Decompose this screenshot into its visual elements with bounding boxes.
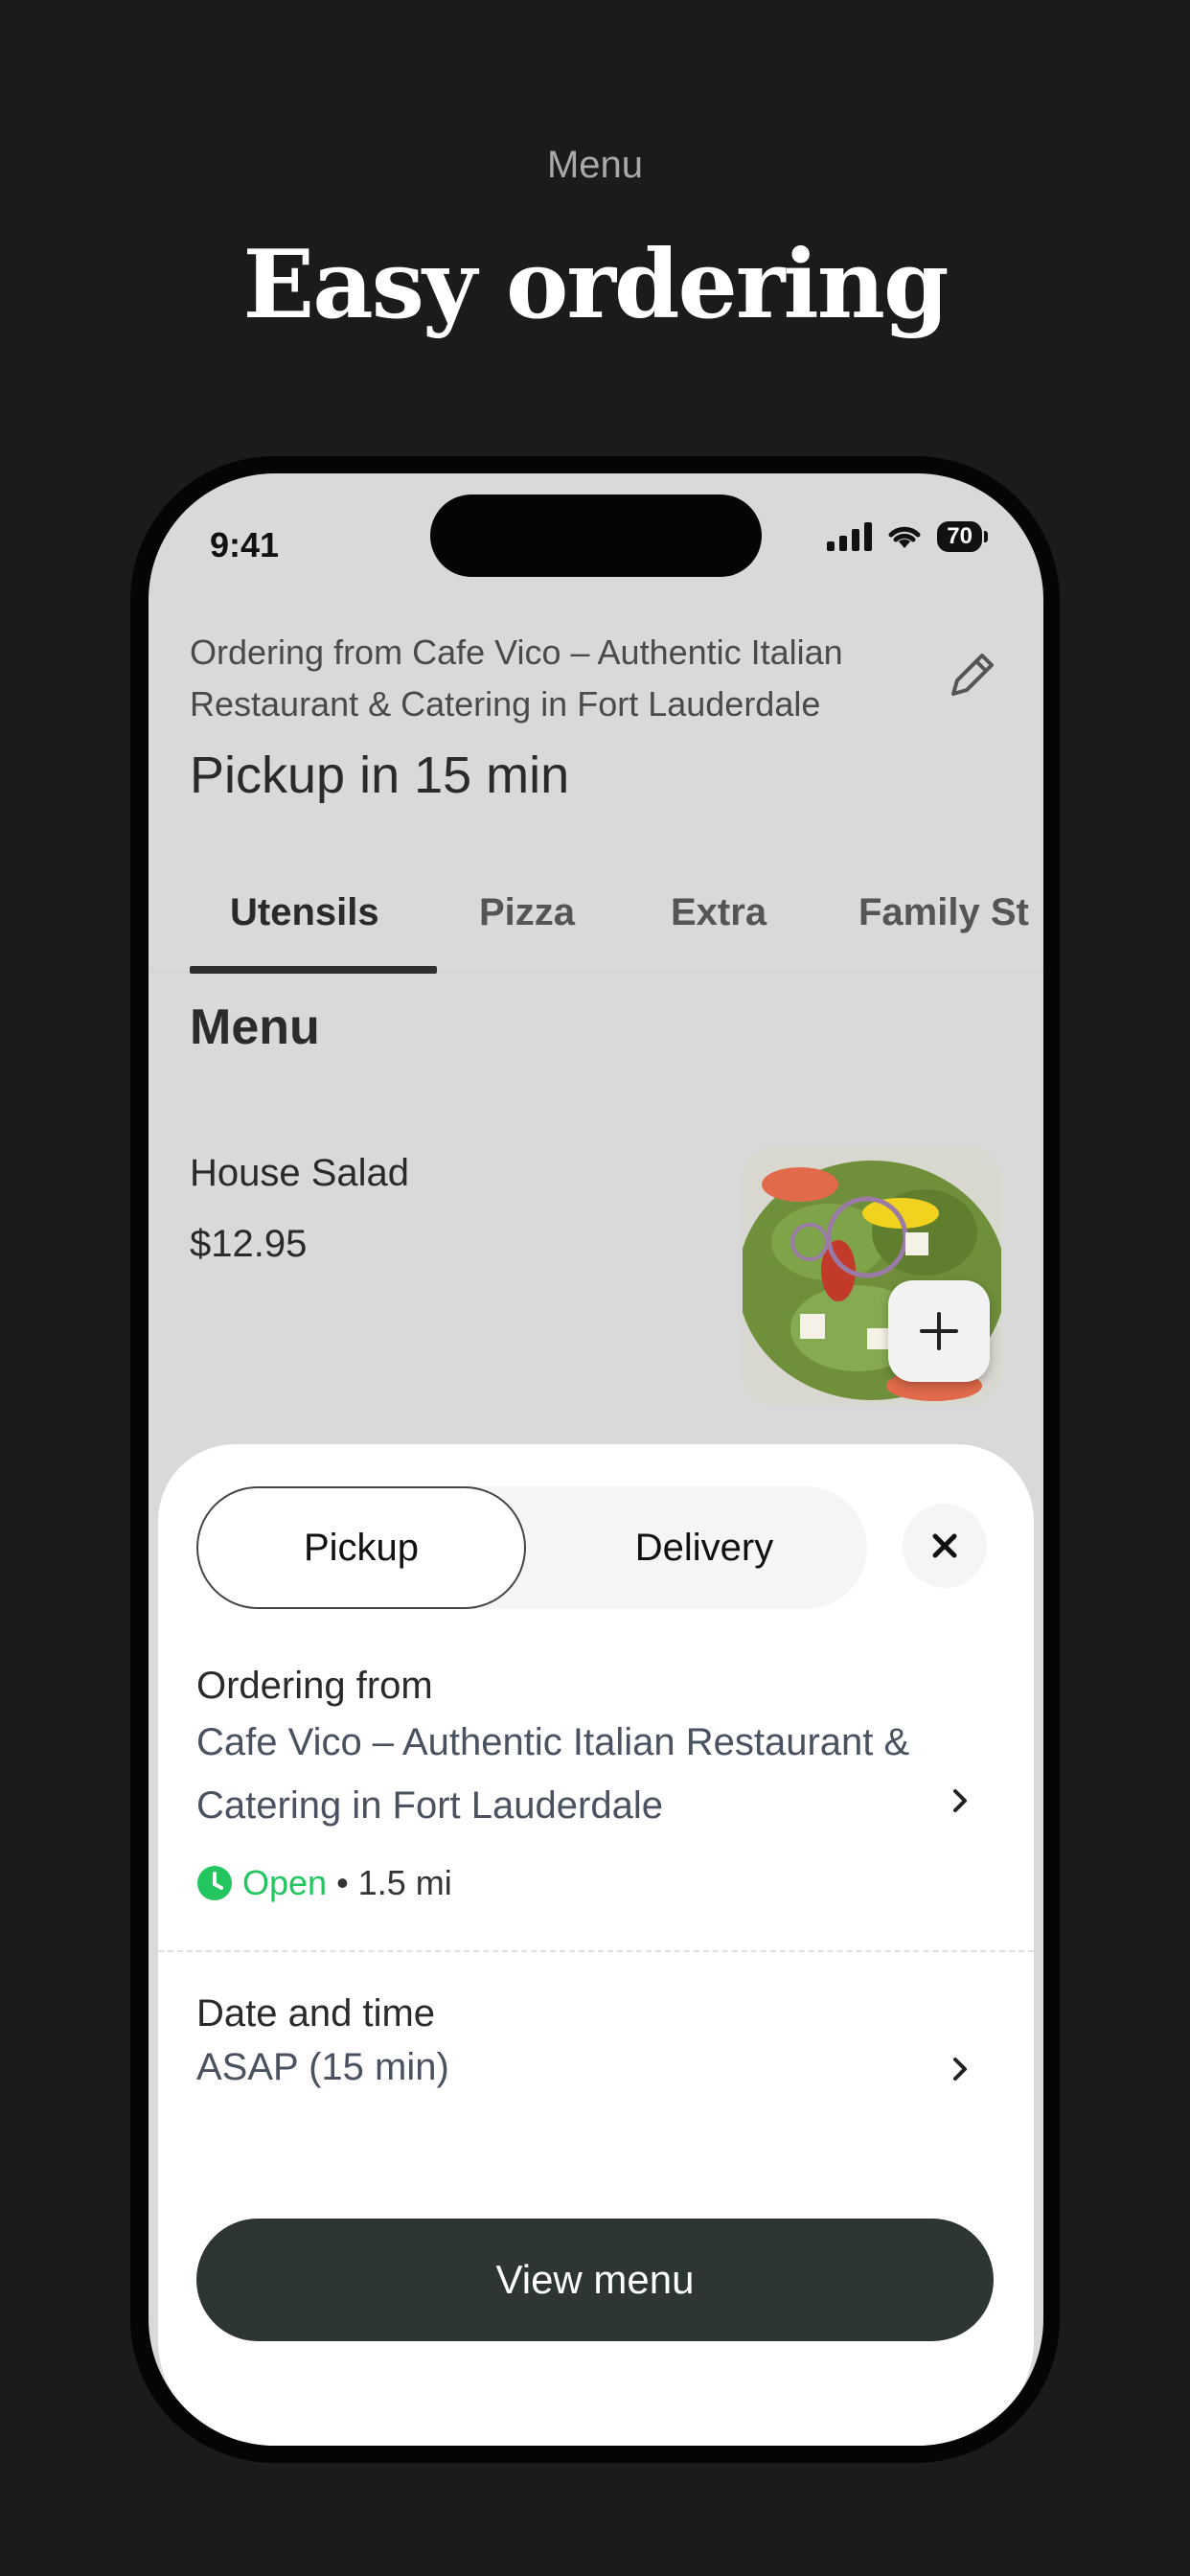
chevron-right-icon[interactable]	[946, 2052, 974, 2086]
ordering-from-label: Ordering from	[196, 1665, 433, 1707]
category-tabs: Utensils Pizza Extra Family St	[149, 866, 1043, 974]
tab-pizza[interactable]: Pizza	[479, 891, 575, 934]
clock-icon	[197, 1866, 232, 1900]
add-item-button[interactable]	[888, 1280, 990, 1382]
section-title: Menu	[190, 1000, 320, 1055]
view-menu-button[interactable]: View menu	[196, 2219, 994, 2341]
close-button[interactable]	[903, 1504, 987, 1588]
close-icon	[932, 1533, 957, 1558]
menu-item-name[interactable]: House Salad	[190, 1152, 409, 1195]
plus-icon	[920, 1312, 958, 1350]
status-time: 9:41	[210, 525, 280, 564]
restaurant-status: Open • 1.5 mi	[196, 1863, 452, 1903]
ordering-from-text: Ordering from Cafe Vico – Authentic Ital…	[190, 632, 843, 724]
battery-icon: 70	[937, 521, 988, 552]
active-tab-indicator	[190, 966, 437, 974]
open-status: Open	[242, 1863, 328, 1902]
restaurant-name[interactable]: Cafe Vico – Authentic Italian Restaurant…	[196, 1711, 925, 1837]
tab-extra[interactable]: Extra	[671, 891, 767, 934]
pickup-title: Pickup in 15 min	[190, 747, 570, 804]
tab-utensils[interactable]: Utensils	[230, 891, 379, 934]
date-time-label: Date and time	[196, 1992, 436, 2035]
distance: • 1.5 mi	[336, 1863, 452, 1902]
date-time-value[interactable]: ASAP (15 min)	[196, 2036, 925, 2099]
fulfillment-toggle: Pickup Delivery	[196, 1486, 867, 1609]
promo-headline: Easy ordering	[242, 230, 950, 340]
dynamic-island	[430, 494, 762, 577]
signal-icon	[827, 522, 873, 551]
divider	[158, 1950, 1034, 1952]
wifi-icon	[888, 526, 921, 548]
order-settings-sheet: Pickup Delivery Ordering from Cafe Vico …	[158, 1444, 1034, 2446]
pencil-icon[interactable]	[944, 646, 1001, 703]
chevron-right-icon[interactable]	[946, 1783, 974, 1818]
status-icons: 70	[827, 521, 988, 552]
phone-screen: 9:41 70 Ordering from Cafe Vico – Authen…	[149, 473, 1043, 2446]
delivery-option[interactable]: Delivery	[541, 1486, 867, 1609]
promo-eyebrow: Menu	[546, 144, 644, 186]
menu-item-price: $12.95	[190, 1223, 308, 1265]
tab-family-style[interactable]: Family St	[858, 891, 1029, 934]
pickup-option[interactable]: Pickup	[196, 1486, 526, 1609]
